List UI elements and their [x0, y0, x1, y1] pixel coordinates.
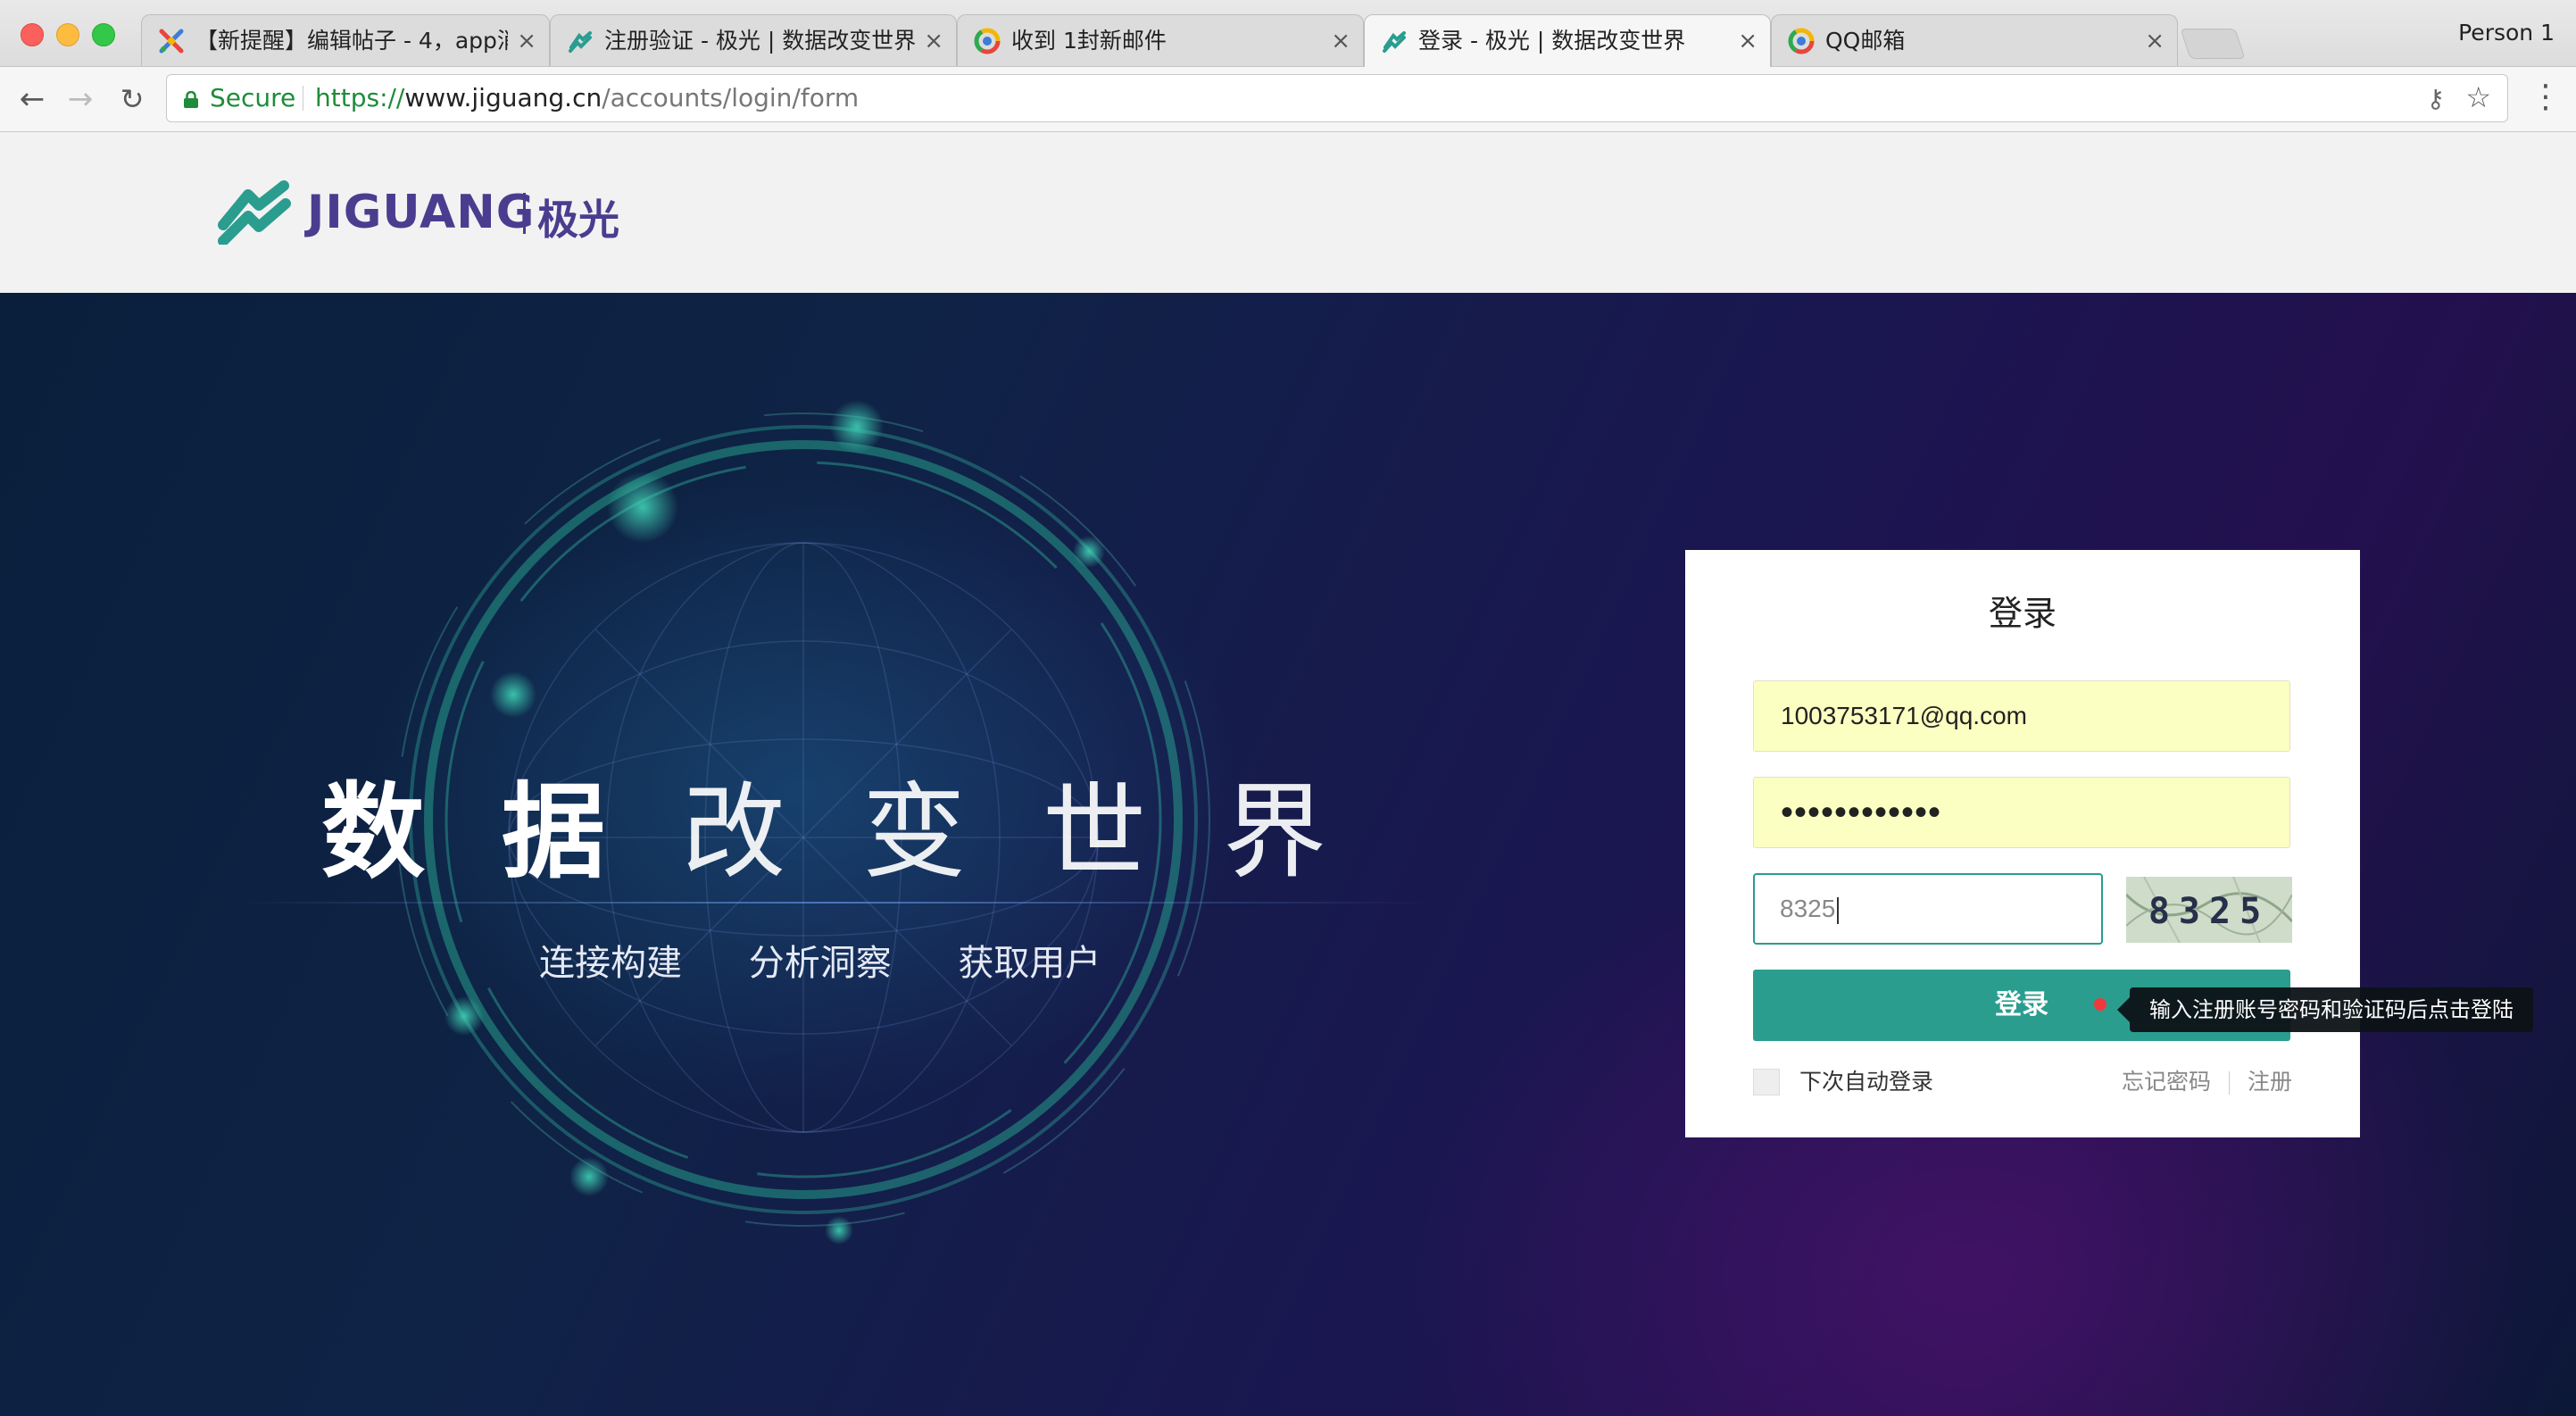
url-path: /accounts/login/form — [602, 83, 860, 112]
hint-marker-dot — [2094, 998, 2107, 1011]
key-icon[interactable]: ⚷ — [2426, 84, 2445, 113]
hero-title-char: 变 — [862, 772, 1043, 893]
hero-title-char: 改 — [682, 772, 862, 893]
browser-tab-bar: 【新提醒】编辑帖子 - 4，app消 × 注册验证 - 极光 | 数据改变世界 … — [0, 0, 2576, 67]
hero-title: 数据改变世界 — [321, 748, 1403, 898]
tab-title: 【新提醒】编辑帖子 - 4，app消 — [195, 28, 508, 54]
jiguang-icon — [569, 31, 592, 53]
hero-title-char: 世 — [1043, 772, 1223, 893]
window-close-button[interactable] — [21, 23, 44, 46]
back-arrow-icon[interactable]: ← — [12, 79, 52, 119]
hero-subtitle-item: 获取用户 — [958, 943, 1101, 984]
reload-icon[interactable]: ↻ — [112, 79, 152, 119]
hero-subtitle-item: 连接构建 — [539, 943, 682, 984]
remember-checkbox[interactable] — [1753, 1069, 1780, 1095]
hero-title-char: 数 — [321, 772, 502, 893]
qqmail-icon — [1788, 28, 1815, 54]
tab-close-icon[interactable]: × — [517, 15, 536, 66]
browser-tab-5[interactable]: QQ邮箱 × — [1771, 14, 2178, 66]
register-link[interactable]: 注册 — [2248, 1069, 2292, 1095]
text-caret — [1837, 896, 1840, 924]
captcha-text: 8325 — [2148, 891, 2270, 932]
hero-subtitle: 连接构建 分析洞察 获取用户 — [539, 934, 1156, 986]
jiguang-icon — [1383, 31, 1406, 53]
jiguang-logo-icon[interactable] — [218, 180, 291, 245]
tooltip-text: 输入注册账号密码和验证码后点击登陆 — [2149, 997, 2514, 1022]
browser-tab-1[interactable]: 【新提醒】编辑帖子 - 4，app消 × — [141, 14, 550, 66]
account-links: 忘记密码 注册 — [2122, 1066, 2292, 1098]
tab-close-icon[interactable]: × — [1738, 15, 1757, 67]
url-scheme: https:// — [315, 83, 405, 112]
logo-divider — [523, 193, 526, 234]
tab-close-icon[interactable]: × — [924, 15, 943, 66]
login-title: 登录 — [1988, 594, 2057, 633]
captcha-image[interactable]: 8325 — [2126, 877, 2292, 943]
tooltip-arrow — [2117, 997, 2130, 1022]
tab-title: 登录 - 极光 | 数据改变世界 — [1418, 28, 1686, 54]
url-host: www.jiguang.cn — [404, 83, 602, 112]
browser-toolbar: ← → ↻ Secure https://www.jiguang.cn/acco… — [0, 67, 2576, 132]
logo-wordmark[interactable]: JIGUANG — [307, 186, 535, 239]
url-text[interactable]: https://www.jiguang.cn/accounts/login/fo… — [315, 75, 859, 121]
profile-button[interactable]: Person 1 — [2458, 20, 2555, 46]
tab-close-icon[interactable]: × — [1331, 15, 1350, 66]
hero-title-char: 界 — [1223, 772, 1403, 893]
hero-divider — [232, 902, 1428, 904]
tab-title: 收到 1封新邮件 — [1011, 28, 1167, 54]
bookmark-star-icon[interactable]: ☆ — [2465, 80, 2491, 114]
forgot-password-link[interactable]: 忘记密码 — [2122, 1069, 2211, 1095]
browser-tab-2[interactable]: 注册验证 - 极光 | 数据改变世界 × — [550, 14, 957, 66]
qqmail-icon — [974, 28, 1001, 54]
window-zoom-button[interactable] — [92, 23, 115, 46]
browser-menu-icon[interactable]: ⋮ — [2530, 78, 2562, 117]
remember-label: 下次自动登录 — [1799, 1069, 1934, 1095]
tab-title: 注册验证 - 极光 | 数据改变世界 — [604, 28, 915, 54]
email-field[interactable]: 1003753171@qq.com — [1753, 680, 2290, 752]
browser-tab-3[interactable]: 收到 1封新邮件 × — [957, 14, 1364, 66]
window-minimize-button[interactable] — [56, 23, 79, 46]
tab-close-icon[interactable]: × — [2145, 15, 2165, 66]
lock-icon — [184, 91, 198, 108]
address-bar[interactable]: Secure https://www.jiguang.cn/accounts/l… — [166, 74, 2508, 122]
browser-tab-4[interactable]: 登录 - 极光 | 数据改变世界 × — [1364, 14, 1771, 67]
forward-arrow-icon[interactable]: → — [61, 79, 100, 119]
new-tab-button[interactable] — [2180, 29, 2246, 59]
password-field[interactable]: •••••••••••• — [1753, 777, 2290, 848]
login-card: 登录 1003753171@qq.com •••••••••••• 8325 8… — [1685, 550, 2360, 1137]
hint-tooltip: 输入注册账号密码和验证码后点击登陆 — [2117, 987, 2533, 1032]
hero-title-char: 据 — [502, 772, 682, 893]
logo-chinese[interactable]: 极光 — [537, 187, 619, 246]
secure-label: Secure — [210, 83, 296, 112]
multicolor-x-icon — [159, 29, 184, 54]
captcha-input[interactable]: 8325 — [1753, 873, 2103, 945]
captcha-input-value: 8325 — [1780, 895, 1836, 922]
link-divider — [2228, 1071, 2230, 1095]
hero-subtitle-item: 分析洞察 — [748, 943, 892, 984]
tab-title: QQ邮箱 — [1825, 28, 1906, 54]
site-header: JIGUANG 极光 — [0, 132, 2576, 293]
